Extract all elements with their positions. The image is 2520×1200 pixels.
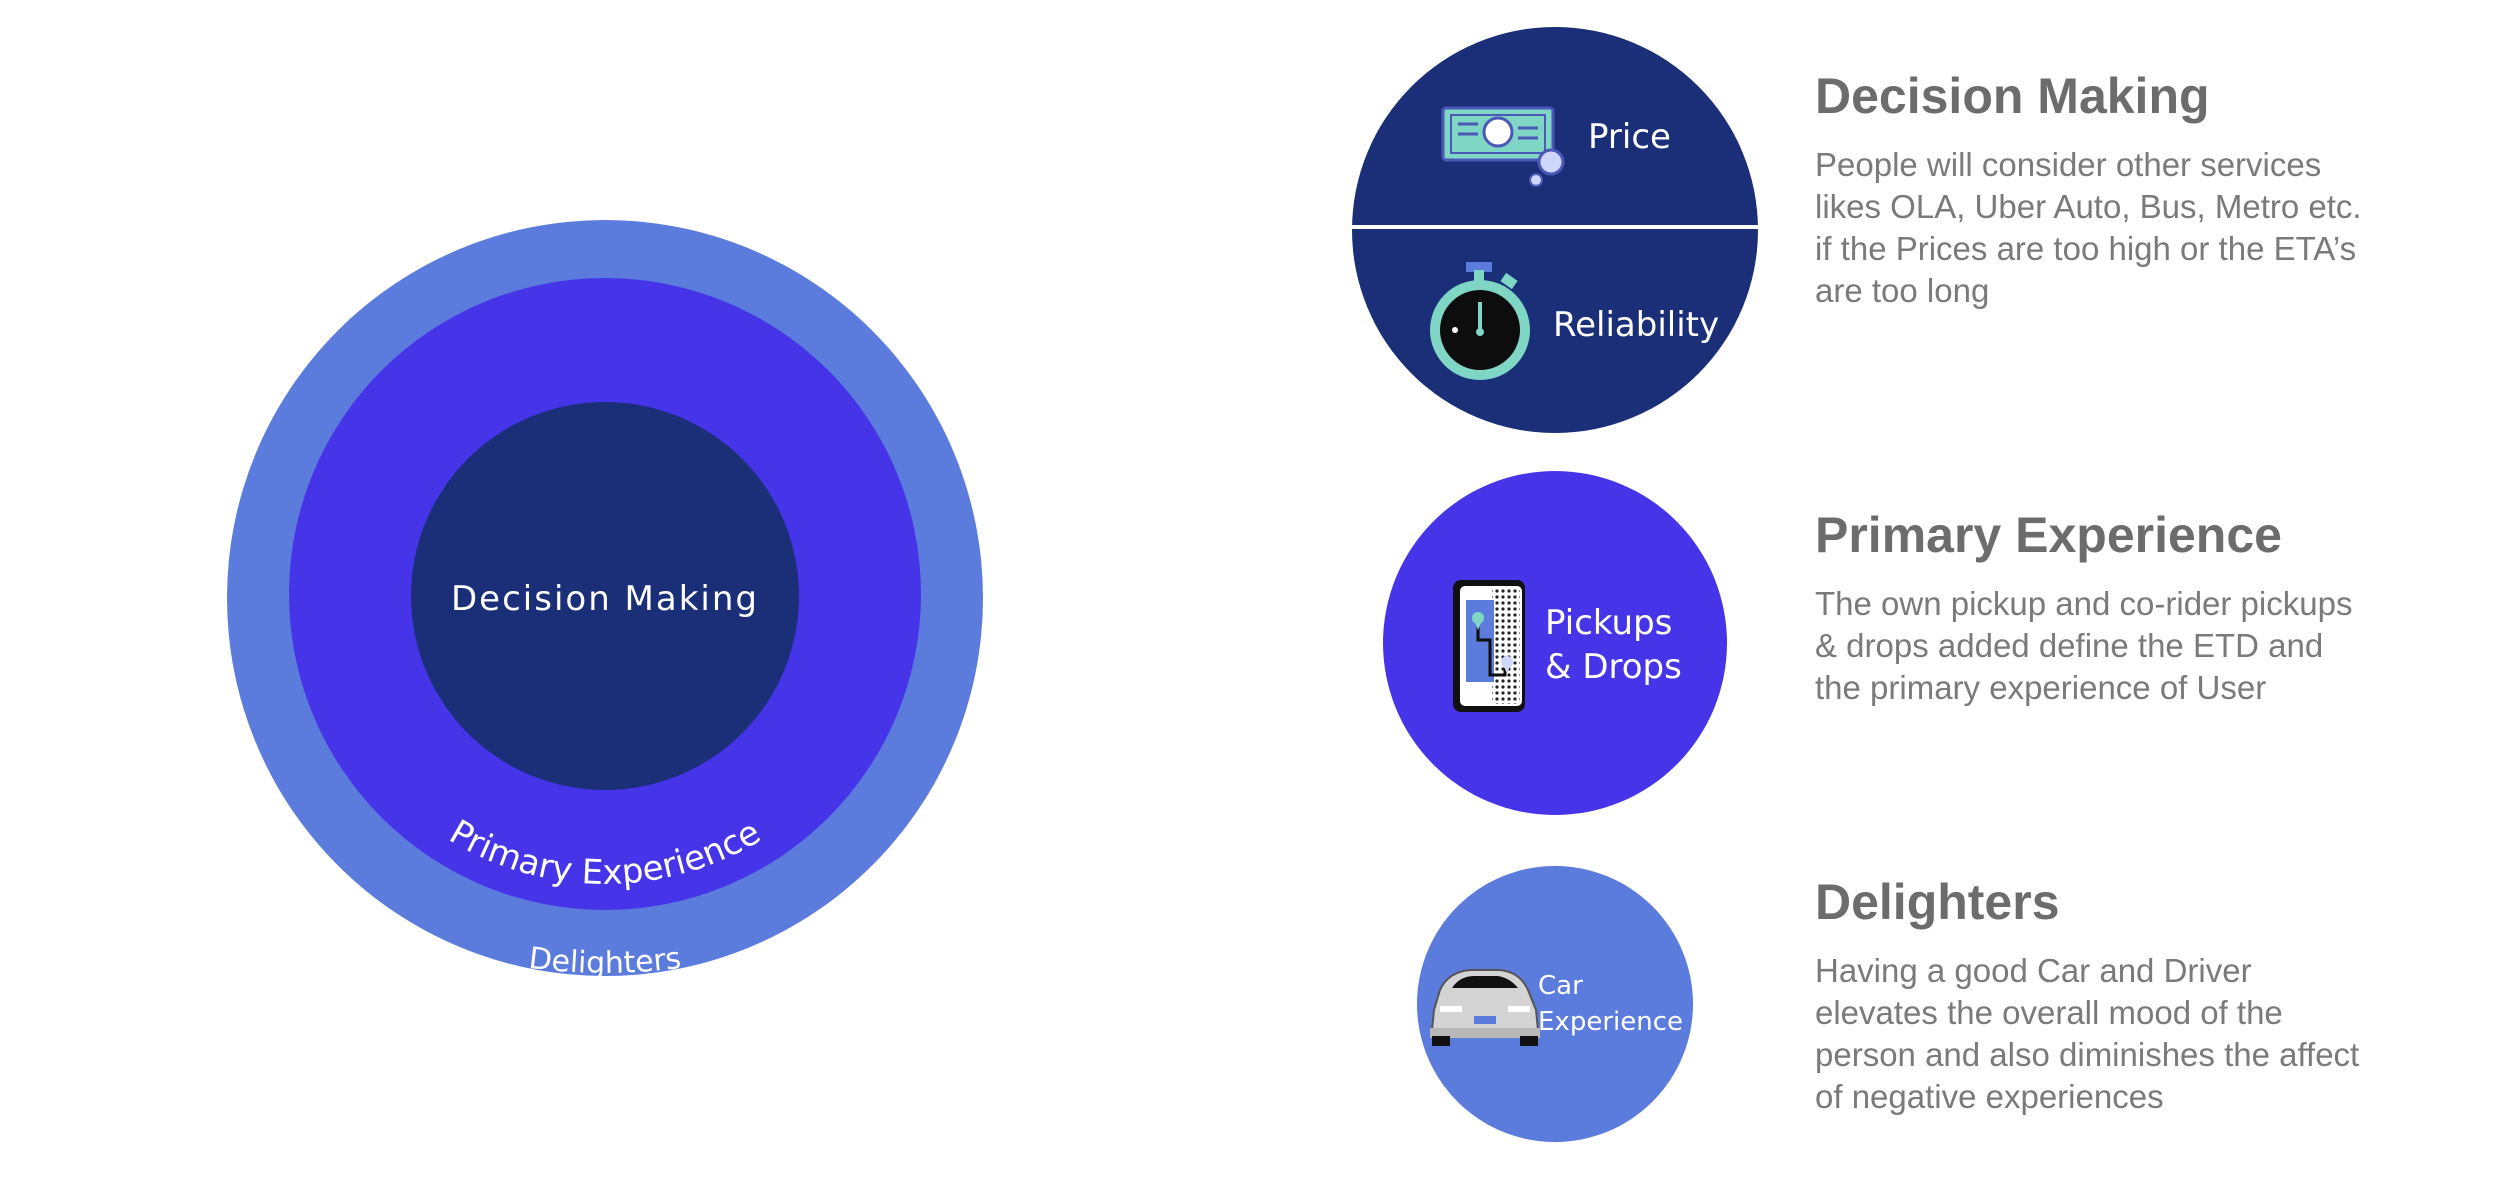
decision-making-circle: Price Reliability bbox=[1350, 27, 1760, 433]
phone-map-icon bbox=[1453, 580, 1525, 712]
primary-experience-circle: Pickups & Drops bbox=[1383, 471, 1727, 815]
section-body: Having a good Car and Driver elevates th… bbox=[1815, 952, 2360, 1115]
pickups-label-line2: & Drops bbox=[1545, 647, 1682, 687]
core-label: Decision Making bbox=[451, 579, 759, 619]
car-label-line2: Experience bbox=[1538, 1007, 1683, 1037]
primary-experience-section: Primary Experience The own pickup and co… bbox=[1815, 505, 2375, 709]
car-icon bbox=[1430, 969, 1540, 1046]
reliability-label: Reliability bbox=[1553, 305, 1719, 345]
delighters-section: Delighters Having a good Car and Driver … bbox=[1815, 872, 2375, 1118]
section-heading: Decision Making bbox=[1815, 68, 2210, 124]
section-heading: Delighters bbox=[1815, 874, 2060, 930]
onion-diagram: Decision Making Primary Experience Delig… bbox=[227, 220, 983, 981]
pickups-label-line1: Pickups bbox=[1545, 603, 1672, 643]
section-heading: Primary Experience bbox=[1815, 507, 2282, 563]
price-label: Price bbox=[1588, 117, 1671, 157]
delighters-circle: Car Experience bbox=[1417, 866, 1693, 1142]
section-body: People will consider other services like… bbox=[1815, 146, 2362, 309]
car-label-line1: Car bbox=[1538, 971, 1583, 1001]
decision-making-section: Decision Making People will consider oth… bbox=[1815, 66, 2375, 312]
section-body: The own pickup and co-rider pickups & dr… bbox=[1815, 585, 2353, 706]
